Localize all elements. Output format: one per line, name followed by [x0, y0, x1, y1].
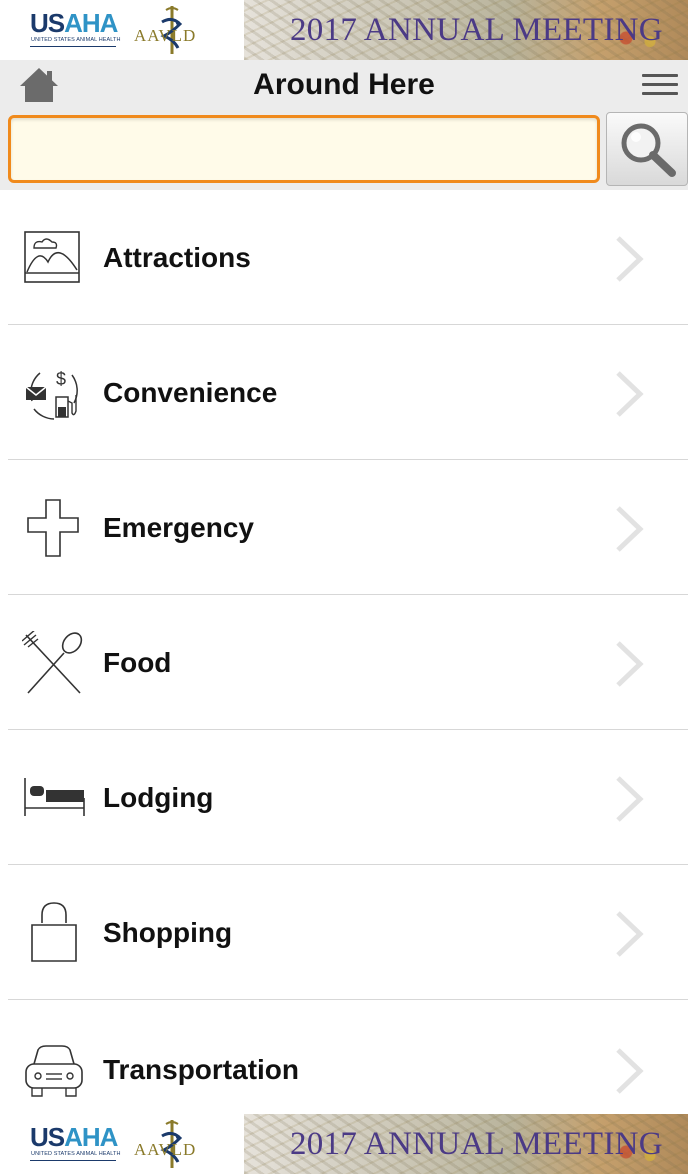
hamburger-menu-icon[interactable] — [642, 70, 678, 100]
category-list: Attractions $ Convenience Emergency Food… — [0, 190, 688, 1130]
search-input[interactable] — [8, 115, 600, 183]
fork-spoon-icon — [22, 631, 83, 694]
shopping-bag-icon — [31, 902, 77, 962]
aavld-logo: AAVLD — [132, 4, 212, 56]
meeting-title: 2017 ANNUAL MEETING — [290, 1126, 663, 1162]
list-item-attractions[interactable]: Attractions — [0, 190, 688, 325]
meeting-title: 2017 ANNUAL MEETING — [290, 12, 663, 48]
bottom-banner: USAHA UNITED STATES ANIMAL HEALTH AAVLD … — [0, 1114, 688, 1174]
search-icon — [621, 123, 676, 177]
search-bar — [0, 110, 688, 190]
chevron-right-icon — [616, 776, 644, 822]
page-title: Around Here — [253, 68, 435, 101]
aavld-logo-text: AAVLD — [134, 1140, 197, 1159]
convenience-icon: $ — [25, 369, 78, 420]
list-item-shopping[interactable]: Shopping — [0, 865, 688, 1000]
item-label: Food — [103, 647, 172, 678]
list-item-food[interactable]: Food — [0, 595, 688, 730]
item-label: Convenience — [103, 377, 278, 408]
item-label: Shopping — [103, 917, 233, 948]
car-icon — [25, 1045, 83, 1097]
svg-text:$: $ — [56, 369, 66, 389]
chevron-right-icon — [616, 1048, 644, 1094]
chevron-right-icon — [616, 641, 644, 687]
item-label: Emergency — [103, 512, 254, 543]
meeting-banner: 2017 ANNUAL MEETING — [244, 0, 688, 60]
chevron-right-icon — [616, 506, 644, 552]
meeting-banner: 2017 ANNUAL MEETING — [244, 1114, 688, 1174]
chevron-right-icon — [616, 911, 644, 957]
chevron-right-icon — [616, 371, 644, 417]
list-item-convenience[interactable]: $ Convenience — [0, 325, 688, 460]
aavld-logo: AAVLD — [132, 1118, 212, 1170]
app-header: Around Here — [0, 60, 688, 110]
chevron-right-icon — [616, 236, 644, 282]
aavld-logo-text: AAVLD — [134, 26, 197, 45]
search-button[interactable] — [606, 112, 688, 186]
list-item-transportation[interactable]: Transportation — [0, 1000, 688, 1130]
usaha-tagline: UNITED STATES ANIMAL HEALTH — [31, 37, 121, 43]
landscape-icon — [24, 231, 80, 283]
usaha-tagline: UNITED STATES ANIMAL HEALTH — [31, 1151, 121, 1157]
top-banner: USAHA UNITED STATES ANIMAL HEALTH AAVLD … — [0, 0, 688, 60]
usaha-logo-text: USAHA — [30, 8, 118, 38]
medical-cross-icon — [27, 499, 79, 557]
item-label: Attractions — [103, 242, 251, 273]
usaha-logo: USAHA UNITED STATES ANIMAL HEALTH — [30, 1120, 130, 1168]
usaha-logo-text: USAHA — [30, 1122, 118, 1152]
item-label: Lodging — [103, 782, 214, 813]
list-item-emergency[interactable]: Emergency — [0, 460, 688, 595]
bed-icon — [24, 778, 85, 816]
usaha-logo: USAHA UNITED STATES ANIMAL HEALTH — [30, 6, 130, 54]
list-item-lodging[interactable]: Lodging — [0, 730, 688, 865]
